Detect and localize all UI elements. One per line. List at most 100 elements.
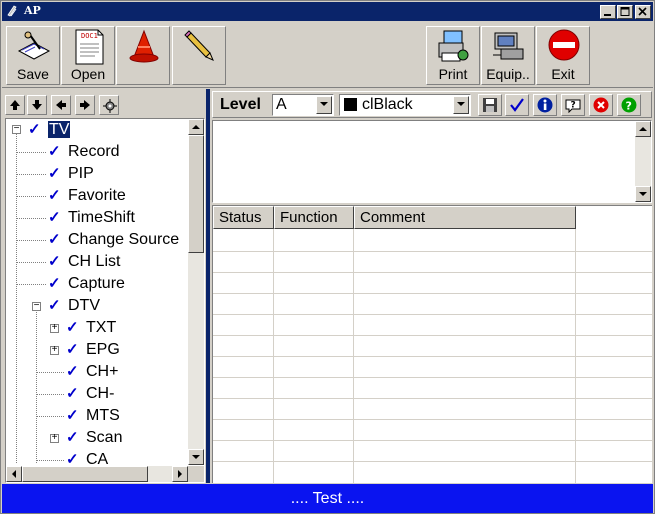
- save-button[interactable]: Save: [6, 26, 60, 85]
- level-dropdown-button[interactable]: [316, 96, 332, 114]
- move-up-button[interactable]: [5, 95, 25, 115]
- color-select[interactable]: clBlack: [339, 94, 471, 116]
- equipment-icon: [493, 32, 524, 60]
- delete-button[interactable]: [589, 94, 613, 116]
- tree-expander[interactable]: +: [50, 322, 59, 333]
- tree-node-txt[interactable]: ✓ TXT: [66, 317, 116, 339]
- open-label: Open: [70, 66, 106, 82]
- comment-memo[interactable]: [212, 120, 652, 203]
- tree-node-label: TXT: [86, 319, 117, 336]
- memo-scroll-down-button[interactable]: [635, 186, 651, 202]
- move-left-button[interactable]: [51, 95, 71, 115]
- chevron-up-icon: [639, 127, 647, 131]
- arrow-right-icon: [80, 100, 90, 110]
- check-icon: ✓: [66, 407, 79, 424]
- move-down-button[interactable]: [27, 95, 47, 115]
- color-dropdown-button[interactable]: [453, 96, 469, 114]
- panel-splitter[interactable]: [206, 89, 210, 483]
- tree-node-favorite[interactable]: ✓ Favorite: [48, 185, 126, 207]
- chevron-right-icon: [178, 470, 182, 478]
- pencil-button[interactable]: [172, 26, 226, 85]
- tree-line: [16, 196, 46, 197]
- check-icon: ✓: [66, 341, 79, 358]
- scroll-left-button[interactable]: [6, 466, 22, 482]
- app-icon: [7, 5, 17, 17]
- tree-line: [16, 218, 46, 219]
- open-button[interactable]: DOC1 Open: [61, 26, 115, 85]
- print-label: Print: [438, 66, 468, 82]
- maximize-button[interactable]: [617, 5, 633, 19]
- tree-node-ch-list[interactable]: ✓ CH List: [48, 251, 120, 273]
- move-right-button[interactable]: [75, 95, 95, 115]
- tree-node-label: CH+: [86, 363, 119, 380]
- tree-expander[interactable]: −: [12, 123, 21, 134]
- save-icon: [17, 31, 51, 60]
- memo-scroll-up-button[interactable]: [635, 121, 651, 137]
- tree-node-label: MTS: [86, 407, 120, 424]
- help-button[interactable]: ?: [561, 94, 585, 116]
- help-question-icon: ?: [565, 99, 581, 113]
- tree-line: [36, 372, 64, 373]
- scroll-down-button[interactable]: [188, 449, 204, 465]
- color-value: clBlack: [362, 96, 413, 113]
- close-button[interactable]: [635, 5, 651, 19]
- tree-node-dtv[interactable]: ✓ DTV: [48, 295, 100, 317]
- scroll-right-button[interactable]: [172, 466, 188, 482]
- column-header-comment[interactable]: Comment: [354, 206, 576, 229]
- grid-line: [213, 356, 652, 357]
- query-button[interactable]: ?: [617, 94, 641, 116]
- tree-hscroll-thumb[interactable]: [22, 466, 148, 482]
- tree-expander[interactable]: +: [50, 432, 59, 443]
- tree-node-pip[interactable]: ✓ PIP: [48, 163, 94, 185]
- tree-node-tv[interactable]: ✓ TV: [28, 119, 71, 141]
- tree-node-record[interactable]: ✓ Record: [48, 141, 120, 163]
- print-button[interactable]: Print: [426, 26, 480, 85]
- tree-node-ca[interactable]: ✓ CA: [66, 449, 108, 465]
- svg-text:DOC1: DOC1: [81, 32, 98, 40]
- info-button[interactable]: [533, 94, 557, 116]
- tree-line: [16, 174, 46, 175]
- floppy-disk-icon: [483, 98, 497, 112]
- tree-line: [36, 309, 37, 463]
- check-icon: ✓: [66, 319, 79, 336]
- tree-horizontal-scrollbar[interactable]: [6, 466, 188, 482]
- tree-node-scan[interactable]: ✓ Scan: [66, 427, 122, 449]
- checkmark-icon: [510, 98, 524, 112]
- title-bar[interactable]: AP: [2, 2, 653, 21]
- open-document-icon: DOC1: [75, 29, 104, 65]
- tree-vertical-scrollbar[interactable]: [188, 119, 204, 465]
- column-header-status[interactable]: Status: [213, 206, 274, 229]
- equip-button[interactable]: Equip..: [481, 26, 535, 85]
- tree-node-label: CH List: [68, 253, 121, 270]
- tree-nav-toolbar: [5, 93, 201, 117]
- tree-node-epg[interactable]: ✓ EPG: [66, 339, 120, 361]
- check-icon: ✓: [48, 143, 61, 160]
- apply-button[interactable]: [505, 94, 529, 116]
- status-bar: .... Test ....: [2, 484, 653, 513]
- tree-node-timeshift[interactable]: ✓ TimeShift: [48, 207, 135, 229]
- column-header-function[interactable]: Function: [274, 206, 354, 229]
- check-icon: ✓: [48, 165, 61, 182]
- close-icon: [638, 7, 647, 16]
- exit-button[interactable]: Exit: [536, 26, 590, 85]
- tree-node-ch-minus[interactable]: ✓ CH-: [66, 383, 114, 405]
- save-item-button[interactable]: [478, 94, 502, 116]
- scroll-up-button[interactable]: [188, 119, 204, 135]
- feature-tree[interactable]: − − + + + ✓ TV ✓ Record ✓ PIP ✓ Favorite ✓ Ti…: [5, 118, 205, 483]
- tree-node-change-source[interactable]: ✓ Change Source: [48, 229, 179, 251]
- tree-node-mts[interactable]: ✓ MTS: [66, 405, 120, 427]
- level-select[interactable]: A: [272, 94, 334, 116]
- minimize-button[interactable]: [600, 5, 616, 19]
- tree-node-capture[interactable]: ✓ Capture: [48, 273, 125, 295]
- memo-scrollbar[interactable]: [635, 121, 651, 202]
- tree-node-ch-plus[interactable]: ✓ CH+: [66, 361, 118, 383]
- cone-button[interactable]: [116, 26, 170, 85]
- tree-expander[interactable]: −: [32, 300, 41, 311]
- tree-expander[interactable]: +: [50, 344, 59, 355]
- tree-scroll-thumb[interactable]: [188, 135, 204, 253]
- status-grid[interactable]: Status Function Comment: [212, 205, 652, 483]
- svg-text:?: ?: [571, 101, 576, 111]
- error-x-icon: [593, 97, 609, 113]
- grid-line: [213, 293, 652, 294]
- tree-settings-button[interactable]: [99, 95, 119, 115]
